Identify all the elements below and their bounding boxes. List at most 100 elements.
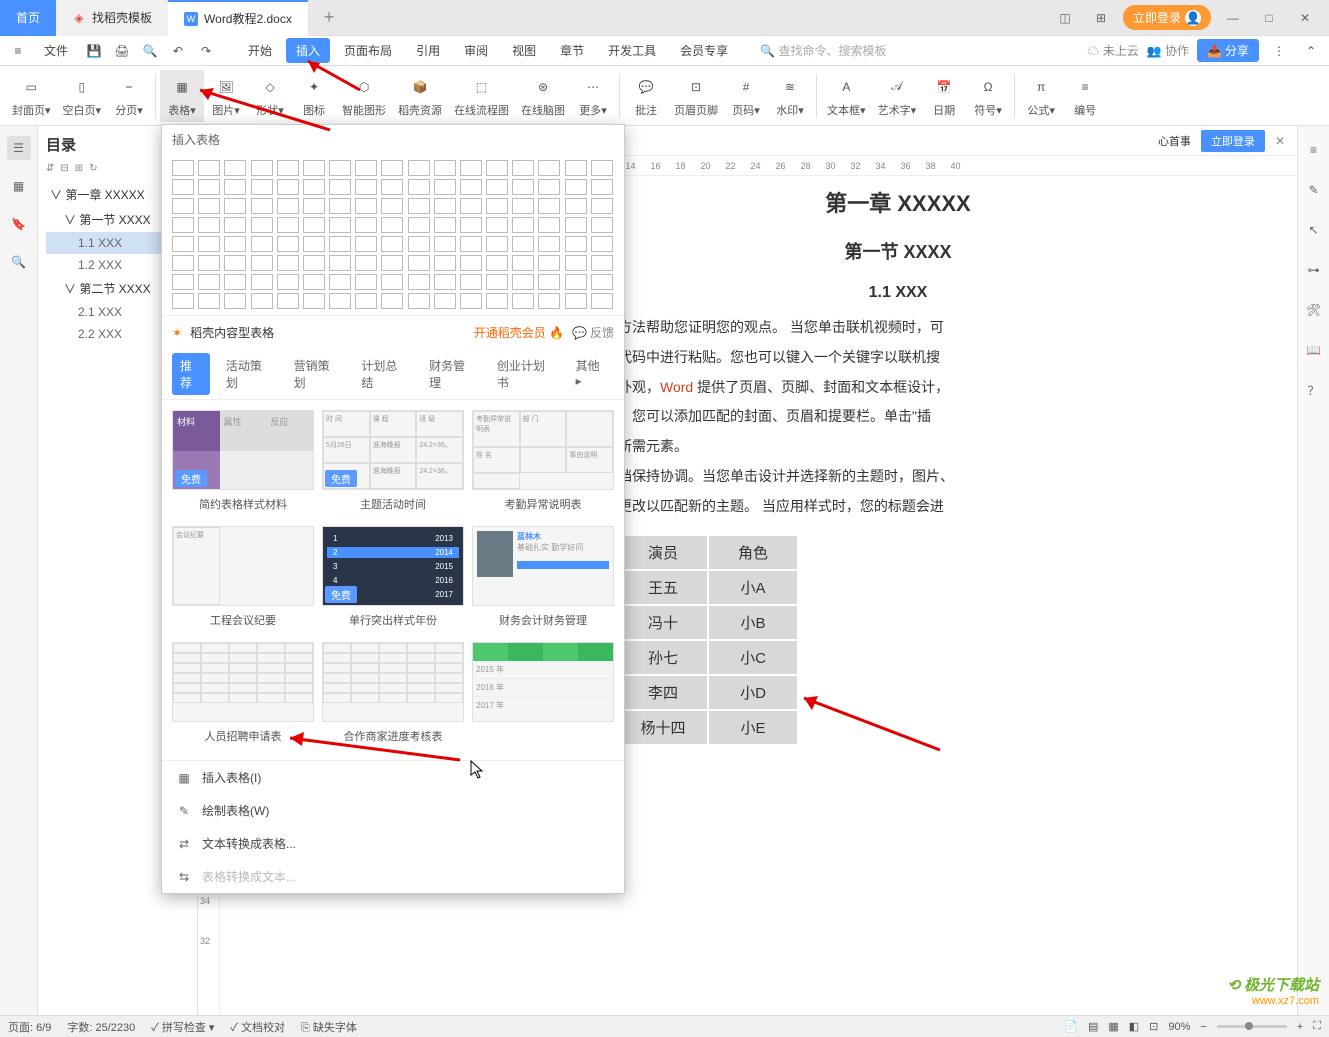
grid-cell[interactable] <box>198 274 220 290</box>
grid-cell[interactable] <box>408 179 430 195</box>
table-size-grid[interactable] <box>162 154 624 315</box>
grid-cell[interactable] <box>381 179 403 195</box>
grid-cell[interactable] <box>224 217 246 233</box>
grid-cell[interactable] <box>329 160 351 176</box>
grid-cell[interactable] <box>172 160 194 176</box>
grid-cell[interactable] <box>408 274 430 290</box>
view-mode-icon-4[interactable]: ◧ <box>1129 1020 1139 1033</box>
grid-cell[interactable] <box>408 160 430 176</box>
fullscreen-icon[interactable]: ⛶ <box>1313 1020 1321 1033</box>
grid-cell[interactable] <box>172 255 194 271</box>
grid-cell[interactable] <box>591 198 613 214</box>
grid-cell[interactable] <box>538 198 560 214</box>
grid-cell[interactable] <box>591 160 613 176</box>
grid-cell[interactable] <box>251 160 273 176</box>
view-mode-icon-5[interactable]: ⊡ <box>1149 1020 1158 1033</box>
grid-cell[interactable] <box>355 236 377 252</box>
grid-cell[interactable] <box>224 160 246 176</box>
grid-cell[interactable] <box>565 274 587 290</box>
grid-cell[interactable] <box>224 179 246 195</box>
ribbon-mindmap[interactable]: ⊛在线脑图 <box>515 70 571 122</box>
rail-right-select-icon[interactable]: ↖ <box>1302 218 1326 242</box>
grid-cell[interactable] <box>198 236 220 252</box>
feedback-link[interactable]: 💬 反馈 <box>572 324 614 341</box>
template-tab-more[interactable]: 其他 ▸ <box>568 353 614 395</box>
grid-cell[interactable] <box>538 217 560 233</box>
menu-vip[interactable]: 会员专享 <box>670 38 738 63</box>
redo-icon[interactable]: ↷ <box>194 39 218 63</box>
grid-cell[interactable] <box>434 274 456 290</box>
template-item[interactable]: 考勤异常说明表部 门姓 名事由说明考勤异常说明表 <box>472 410 614 518</box>
ribbon-pagebreak[interactable]: ⎯分页▾ <box>107 70 151 122</box>
menu-start[interactable]: 开始 <box>238 38 282 63</box>
view-mode-icon-2[interactable]: ▤ <box>1088 1020 1098 1033</box>
undo-icon[interactable]: ↶ <box>166 39 190 63</box>
ribbon-resource[interactable]: 📦稻壳资源 <box>392 70 448 122</box>
grid-cell[interactable] <box>303 274 325 290</box>
ribbon-cover[interactable]: ▭封面页▾ <box>6 70 57 122</box>
ribbon-watermark[interactable]: ≋水印▾ <box>768 70 812 122</box>
grid-cell[interactable] <box>565 160 587 176</box>
menu-layout[interactable]: 页面布局 <box>334 38 402 63</box>
grid-cell[interactable] <box>224 293 246 309</box>
grid-cell[interactable] <box>198 293 220 309</box>
grid-cell[interactable] <box>591 293 613 309</box>
ribbon-comment[interactable]: 💬批注 <box>624 70 668 122</box>
status-proof[interactable]: ✓ 文档校对 <box>230 1019 285 1035</box>
grid-cell[interactable] <box>224 236 246 252</box>
ribbon-date[interactable]: 📅日期 <box>922 70 966 122</box>
rail-right-pencil-icon[interactable]: ✎ <box>1302 178 1326 202</box>
outline-plus-icon[interactable]: ⊞ <box>75 163 83 174</box>
grid-cell[interactable] <box>381 236 403 252</box>
rail-thumbnail-icon[interactable]: ▦ <box>7 174 31 198</box>
grid-cell[interactable] <box>408 255 430 271</box>
doc-table[interactable]: 演员角色王五小A冯十小B孙七小C李四小D杨十四小E <box>618 535 1178 745</box>
zoom-in-icon[interactable]: + <box>1297 1021 1303 1033</box>
table-menu-convert[interactable]: ⇄文本转换成表格... <box>162 827 624 860</box>
grid-cell[interactable] <box>460 198 482 214</box>
grid-cell[interactable] <box>303 255 325 271</box>
grid-cell[interactable] <box>251 179 273 195</box>
template-item[interactable]: 时 间课 程班 级5月26日淮海晚报24.2×36。淮海晚报24.2×36。免费… <box>322 410 464 518</box>
grid-cell[interactable] <box>329 274 351 290</box>
ribbon-headerfooter[interactable]: ⊡页眉页脚 <box>668 70 724 122</box>
menu-file[interactable]: 文件 <box>34 38 78 63</box>
preview-icon[interactable]: 🔍 <box>138 39 162 63</box>
grid-cell[interactable] <box>565 293 587 309</box>
close-button[interactable]: ✕ <box>1291 11 1319 25</box>
status-page[interactable]: 页面: 6/9 <box>8 1019 51 1035</box>
ribbon-table[interactable]: ▦表格▾ <box>160 70 204 122</box>
grid-cell[interactable] <box>591 274 613 290</box>
grid-cell[interactable] <box>277 198 299 214</box>
grid-cell[interactable] <box>329 217 351 233</box>
grid-cell[interactable] <box>565 179 587 195</box>
grid-cell[interactable] <box>512 236 534 252</box>
ribbon-pagenum[interactable]: #页码▾ <box>724 70 768 122</box>
grid-cell[interactable] <box>538 179 560 195</box>
grid-cell[interactable] <box>486 217 508 233</box>
grid-cell[interactable] <box>172 293 194 309</box>
grid-cell[interactable] <box>198 160 220 176</box>
grid-cell[interactable] <box>460 179 482 195</box>
grid-cell[interactable] <box>251 198 273 214</box>
tab-document[interactable]: W Word教程2.docx <box>168 0 308 36</box>
grid-cell[interactable] <box>198 255 220 271</box>
grid-cell[interactable] <box>303 236 325 252</box>
table-menu-grid[interactable]: ▦插入表格(I) <box>162 761 624 794</box>
grid-cell[interactable] <box>538 274 560 290</box>
maximize-button[interactable]: □ <box>1255 11 1283 25</box>
grid-cell[interactable] <box>486 236 508 252</box>
rail-outline-icon[interactable]: ☰ <box>7 136 31 160</box>
ribbon-blank[interactable]: ▯空白页▾ <box>57 70 108 122</box>
menu-hamburger-icon[interactable]: ≡ <box>6 39 30 63</box>
ribbon-more[interactable]: ⋯更多▾ <box>571 70 615 122</box>
grid-cell[interactable] <box>198 217 220 233</box>
template-tab[interactable]: 营销策划 <box>286 353 346 395</box>
grid-cell[interactable] <box>251 217 273 233</box>
grid-cell[interactable] <box>329 179 351 195</box>
template-tab[interactable]: 计划总结 <box>353 353 413 395</box>
grid-cell[interactable] <box>303 179 325 195</box>
grid-cell[interactable] <box>538 160 560 176</box>
ribbon-image[interactable]: 🖼图片▾ <box>204 70 248 122</box>
login-button[interactable]: 立即登录 👤 <box>1123 5 1211 30</box>
